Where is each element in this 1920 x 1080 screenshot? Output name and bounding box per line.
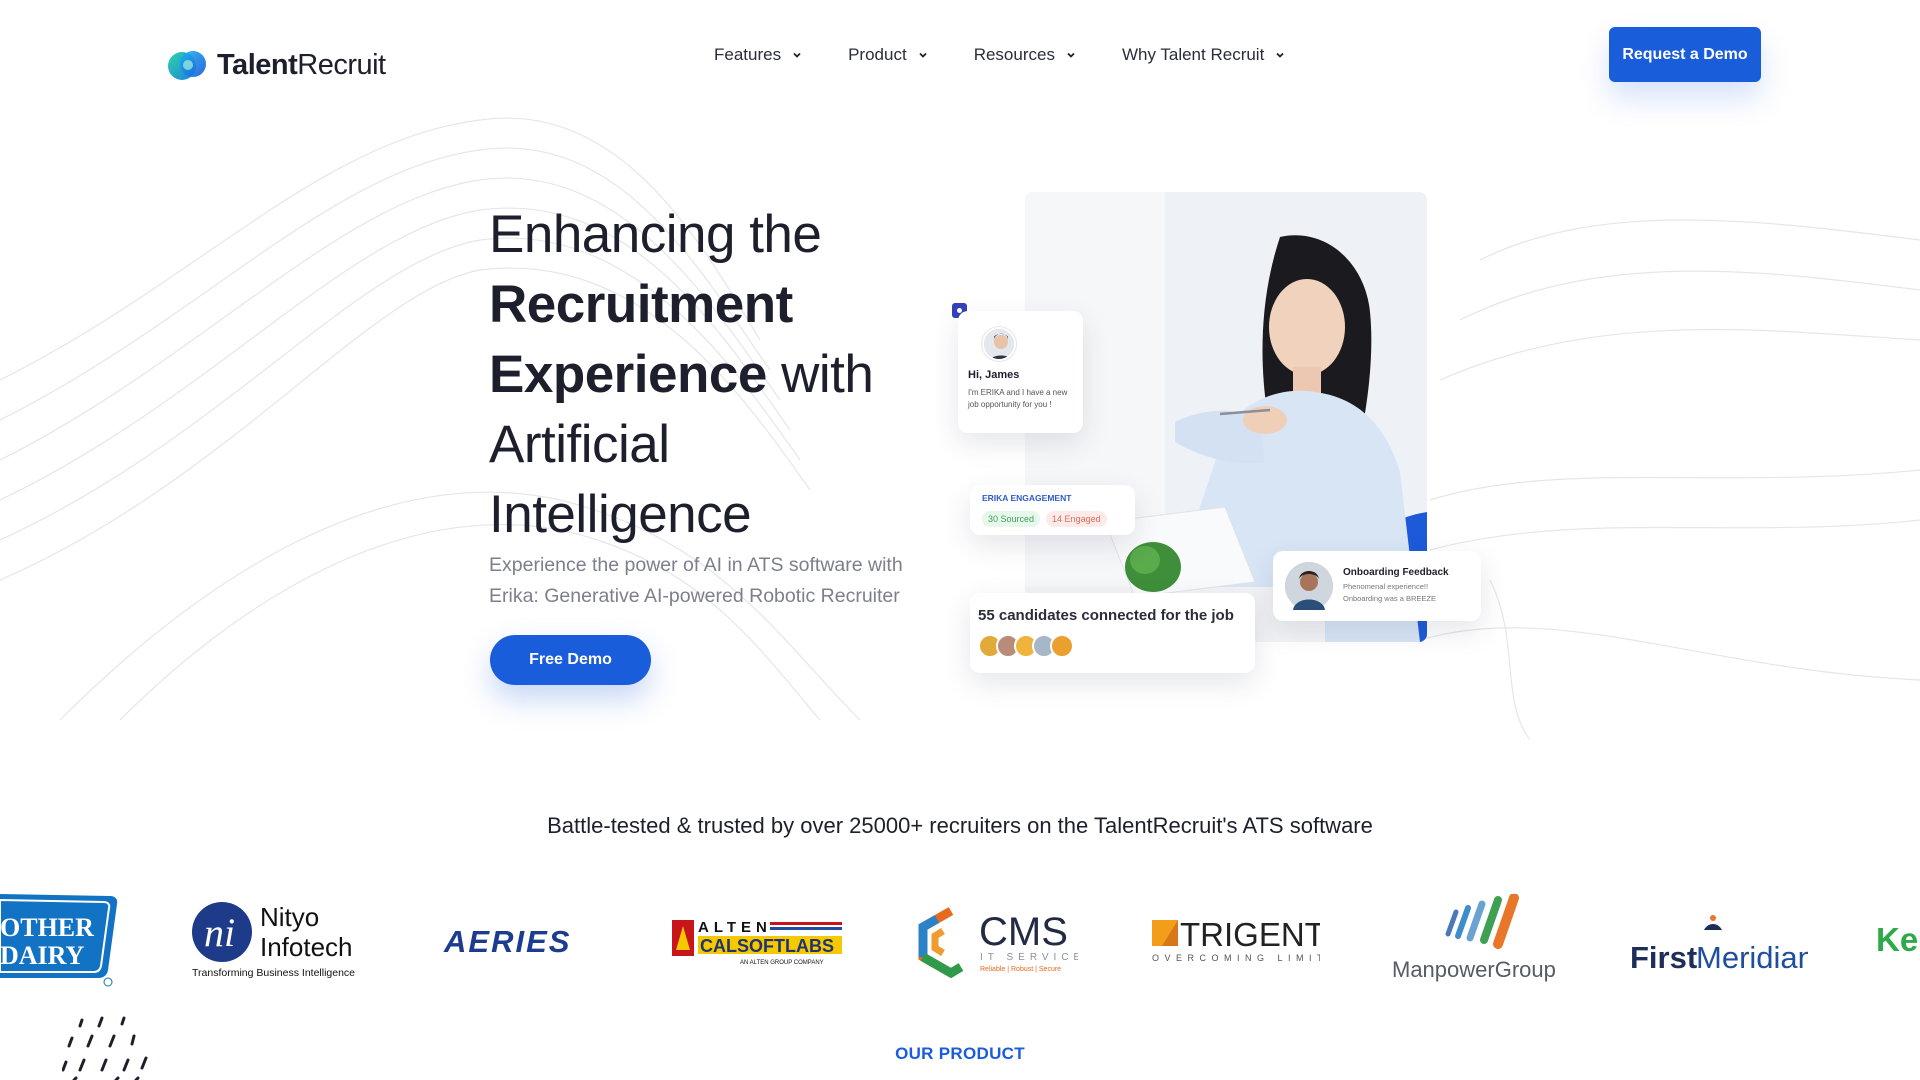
firstmeridian-logo: First Meridian: [1628, 908, 1808, 978]
alten-calsoft-labs-logo: ALTEN CALSOFTLABS AN ALTEN GROUP COMPANY: [670, 914, 845, 969]
greeting-title: Hi, James: [968, 369, 1020, 381]
candidates-count-text: 55 candidates connected for the job: [978, 607, 1234, 624]
nav-resources-label: Resources: [973, 45, 1055, 64]
sourced-pill: 30 Sourced: [982, 511, 1041, 527]
nav-resources[interactable]: Resources: [974, 42, 1077, 68]
chevron-down-icon: [1276, 52, 1284, 58]
alten-sub-text: AN ALTEN GROUP COMPANY: [740, 960, 824, 966]
aeries-logo: AERIES: [442, 920, 592, 960]
client-logos-strip: OTHER DAIRY ni Nityo Infotech Transformi…: [0, 880, 1920, 1000]
mother-dairy-text-2: DAIRY: [0, 941, 85, 970]
free-demo-button[interactable]: Free Demo: [490, 635, 651, 685]
hero-title-with: with: [766, 345, 874, 404]
nav-product-label: Product: [848, 45, 907, 64]
nityo-text-1: Nityo: [260, 902, 319, 932]
kelly-text: Kel: [1876, 921, 1920, 958]
onboarding-feedback-card: Onboarding Feedback Phenomenal experienc…: [1273, 551, 1481, 621]
nityo-tagline: Transforming Business Intelligence: [192, 967, 355, 979]
cms-it-services-logo: CMS IT SERVICES Reliable | Robust | Secu…: [913, 905, 1078, 980]
erika-engagement-card: ERIKA ENGAGEMENT 30 Sourced 14 Engaged: [970, 485, 1135, 535]
hero-title-line-5: Intelligence: [489, 485, 752, 544]
trigent-logo: TRIGENT OVERCOMING LIMITS: [1150, 914, 1320, 969]
manpower-text: ManpowerGroup: [1392, 957, 1556, 982]
cms-tagline: Reliable | Robust | Secure: [980, 966, 1061, 973]
trusted-by-text: Battle-tested & trusted by over 25000+ r…: [547, 813, 1373, 838]
nityo-text-2: Infotech: [260, 932, 353, 962]
hero-title-line-1: Enhancing the: [489, 205, 822, 264]
mother-dairy-text-1: OTHER: [0, 913, 94, 942]
candidate-avatar: [1285, 562, 1333, 610]
alten-main-text: CALSOFTLABS: [700, 936, 834, 956]
engaged-pill: 14 Engaged: [1046, 511, 1107, 527]
site-header: TalentRecruit Features Product Resources…: [0, 0, 1920, 110]
kelly-logo: Kel: [1876, 920, 1920, 960]
cms-text: CMS: [979, 910, 1068, 954]
chevron-down-icon: [1067, 52, 1075, 58]
onboarding-title: Onboarding Feedback: [1343, 567, 1449, 578]
trigent-sub-text: OVERCOMING LIMITS: [1152, 953, 1320, 963]
nav-features[interactable]: Features: [714, 42, 803, 68]
firstmeridian-text-1: First: [1630, 940, 1697, 975]
chevron-down-icon: [919, 52, 927, 58]
mother-dairy-logo: OTHER DAIRY: [0, 890, 120, 990]
aeries-text: AERIES: [443, 924, 571, 959]
greeting-message: I'm ERIKA and I have a new job opportuni…: [968, 388, 1068, 409]
request-demo-button[interactable]: Request a Demo: [1609, 27, 1761, 82]
brand-logo[interactable]: TalentRecruit: [167, 48, 386, 82]
nav-features-label: Features: [714, 45, 782, 64]
hero-title-line-4: Artificial: [489, 415, 670, 474]
hero-title-bold-1: Recruitment: [489, 275, 793, 334]
nav-why-talent-recruit[interactable]: Why Talent Recruit: [1122, 42, 1286, 68]
hero-title: Enhancing the Recruitment Experience wit…: [489, 200, 959, 550]
greeting-card: Hi, James I'm ERIKA and I have a new job…: [958, 311, 1083, 433]
onboarding-message: Phenomenal experience!! Onboarding was a…: [1343, 582, 1436, 603]
talentrecruit-logo-icon: [168, 51, 206, 80]
manpowergroup-logo: ManpowerGroup: [1388, 894, 1563, 989]
candidate-face-avatar: [1050, 634, 1074, 658]
alten-top-text: ALTEN: [698, 919, 772, 936]
svg-text:ni: ni: [204, 910, 235, 955]
engagement-label: ERIKA ENGAGEMENT: [982, 493, 1072, 503]
main-nav: Features Product Resources Why Talent Re…: [714, 42, 1331, 68]
nityo-infotech-logo: ni Nityo Infotech Transforming Business …: [190, 892, 360, 982]
cms-sub-text: IT SERVICES: [980, 952, 1078, 963]
our-product-section-label: OUR PRODUCT: [895, 1044, 1025, 1063]
recruiter-avatar: [982, 327, 1016, 361]
hero-subtitle: Experience the power of AI in ATS softwa…: [489, 554, 903, 607]
nav-product[interactable]: Product: [848, 42, 929, 68]
candidates-card: 55 candidates connected for the job: [970, 593, 1255, 673]
candidate-avatars: [978, 634, 1247, 658]
trigent-text: TRIGENT: [1180, 916, 1320, 953]
firstmeridian-text-2: Meridian: [1696, 940, 1808, 975]
nav-why-label: Why Talent Recruit: [1121, 45, 1265, 64]
hero-title-bold-2: Experience: [489, 345, 767, 404]
chevron-down-icon: [793, 52, 801, 58]
brand-wordmark: TalentRecruit: [217, 48, 386, 81]
